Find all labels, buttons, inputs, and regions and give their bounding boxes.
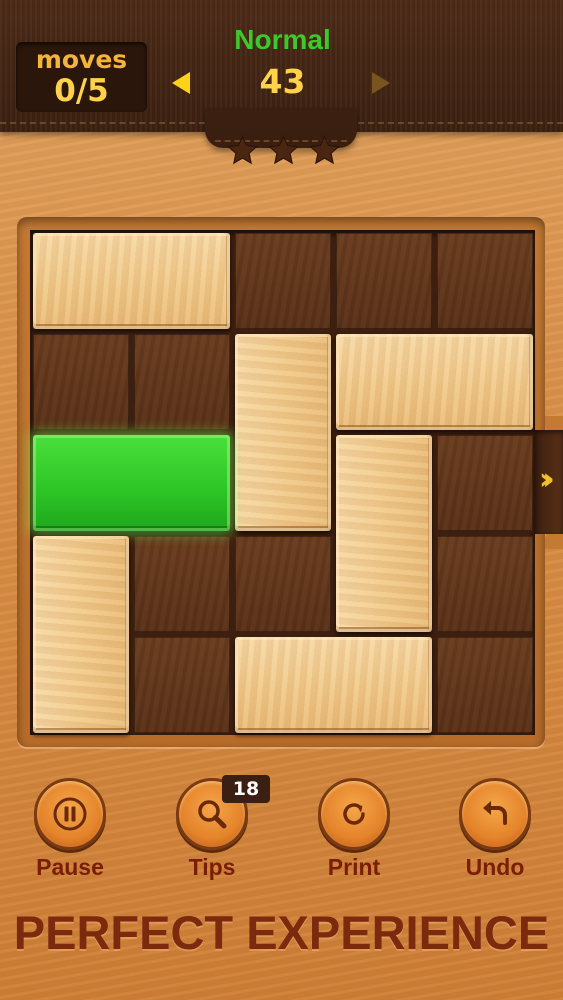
arrow-left-icon[interactable]: [172, 72, 190, 94]
wood-block-vertical[interactable]: [235, 334, 331, 531]
board-cell: [134, 536, 230, 632]
wood-block-vertical[interactable]: [336, 435, 432, 632]
wood-block-vertical[interactable]: [33, 536, 129, 733]
print-control[interactable]: Print: [304, 778, 404, 881]
tips-count-badge: 18: [222, 775, 270, 803]
board-cell: [437, 637, 533, 733]
level-number: 43: [259, 62, 306, 101]
undo-icon: [483, 801, 507, 825]
board-cell: [134, 637, 230, 733]
difficulty-label: Normal: [234, 24, 331, 55]
pause-button[interactable]: [34, 778, 106, 850]
pause-label: Pause: [36, 854, 104, 880]
undo-control[interactable]: Undo: [445, 778, 545, 881]
pause-control[interactable]: Pause: [20, 778, 120, 881]
board-cell: [33, 334, 129, 430]
board-cell: [437, 435, 533, 531]
restart-icon: [343, 803, 365, 825]
moves-label: moves: [35, 45, 128, 74]
undo-label: Undo: [465, 854, 525, 880]
star-icon: [309, 135, 340, 165]
board-cell: [235, 233, 331, 329]
moves-counter: moves 0/5: [16, 42, 147, 112]
double-chevron-right-icon: ››: [539, 462, 554, 497]
star-icon: [268, 135, 299, 165]
slogan-text: PERFECT EXPERIENCE: [13, 906, 550, 959]
star-rating: [226, 134, 341, 168]
wood-block-horizontal[interactable]: [33, 233, 230, 329]
arrow-right-icon[interactable]: [372, 72, 390, 94]
board-cell: [336, 233, 432, 329]
print-label: Print: [327, 854, 381, 880]
board-cell: [235, 536, 331, 632]
print-button[interactable]: [318, 778, 390, 850]
board-cell: [437, 233, 533, 329]
exit-edge: [545, 533, 563, 549]
tips-label: Tips: [188, 854, 236, 880]
moves-value: 0/5: [54, 73, 109, 109]
wood-block-horizontal[interactable]: [235, 637, 432, 733]
target-block[interactable]: [33, 435, 230, 531]
star-icon: [227, 135, 258, 165]
undo-button[interactable]: [459, 778, 531, 850]
board-cell: [437, 536, 533, 632]
puzzle-board: [30, 230, 535, 735]
wood-block-horizontal[interactable]: [336, 334, 533, 430]
pause-icon: [53, 797, 87, 831]
board-cell: [134, 334, 230, 430]
